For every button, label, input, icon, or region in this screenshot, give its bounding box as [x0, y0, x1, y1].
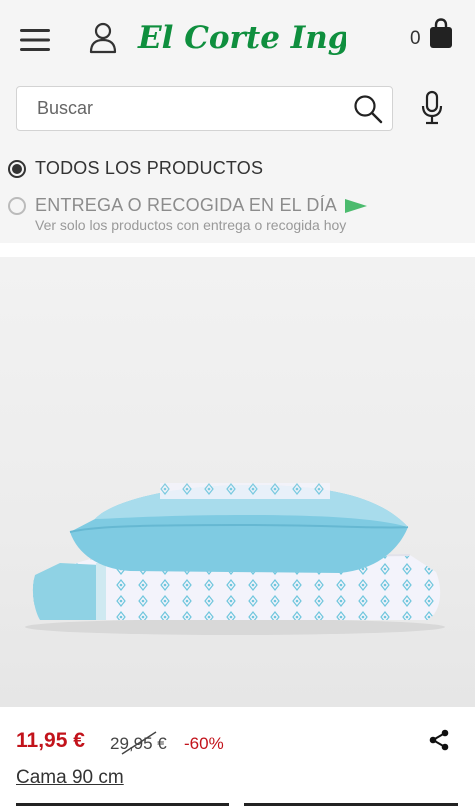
radio-selected-icon[interactable] [8, 159, 26, 178]
filter-all-products-label: TODOS LOS PRODUCTOS [35, 158, 264, 178]
share-icon[interactable] [427, 728, 451, 752]
filter-same-day[interactable]: ENTREGA O RECOGIDA EN EL DÍA [8, 195, 368, 216]
menu-icon[interactable] [14, 20, 56, 60]
product-info: 11,95 € 29,95 € -60% Cama 90 cm [0, 707, 475, 806]
filter-same-day-label: ENTREGA O RECOGIDA EN EL DÍA [35, 195, 338, 215]
search-icon[interactable] [352, 93, 384, 125]
cart-count: 0 [410, 28, 421, 49]
search-input[interactable] [37, 98, 337, 119]
user-account-icon[interactable] [84, 18, 122, 58]
product-old-price: 29,95 € [110, 731, 167, 755]
radio-unselected-icon[interactable] [8, 196, 26, 215]
brand-logo[interactable]: El Corte Inglés [136, 10, 398, 66]
svg-text:El Corte Inglés: El Corte Inglés [137, 20, 346, 56]
header: El Corte Inglés 0 [0, 0, 475, 76]
shopping-bag-icon[interactable] [426, 16, 456, 52]
product-title-link[interactable]: Cama 90 cm [16, 767, 124, 789]
microphone-icon[interactable] [418, 90, 446, 126]
filter-all-products[interactable]: TODOS LOS PRODUCTOS [8, 158, 263, 179]
product-price: 11,95 € [16, 729, 85, 752]
search-bar [16, 86, 393, 131]
product-image[interactable] [0, 257, 475, 707]
filter-same-day-subtitle: Ver solo los productos con entrega o rec… [35, 217, 347, 233]
section-divider [0, 243, 475, 257]
strikethrough-mark [121, 731, 157, 755]
flag-icon [345, 198, 368, 213]
product-discount: -60% [184, 734, 224, 753]
